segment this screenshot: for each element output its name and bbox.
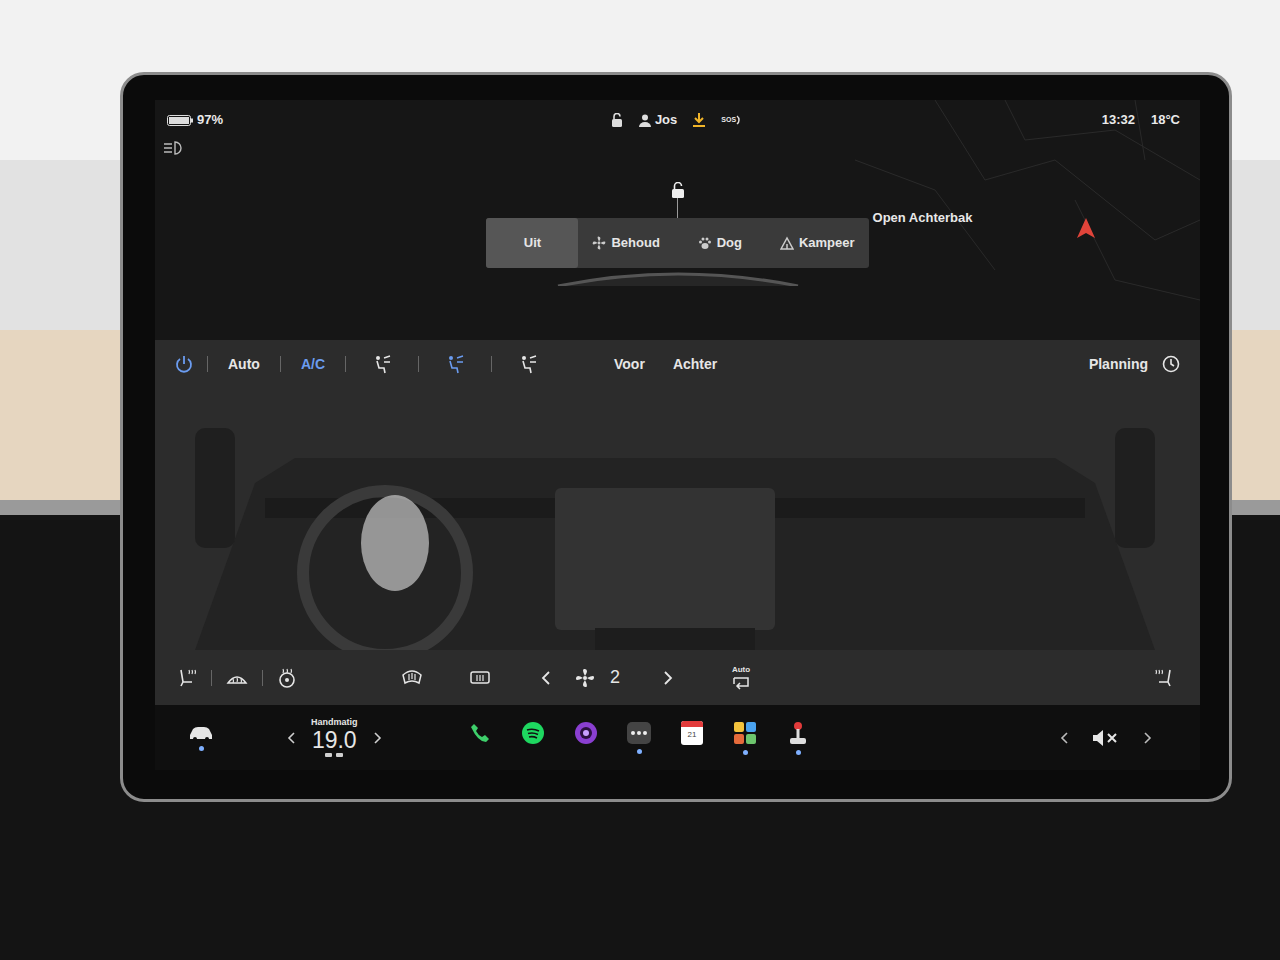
sos-label: SOS [721,115,736,126]
status-bar: 97% Jos SOS 13:32 18°C [155,100,1200,140]
mode-button[interactable]: Kampeer [766,218,869,268]
app-active-dot [531,750,536,755]
phone-app-button[interactable] [458,722,503,754]
calendar-day: 21 [681,727,703,743]
calendar-icon-face: 21 [681,721,703,745]
calendar-header [681,721,703,727]
touch-screen: 97% Jos SOS 13:32 18°C [155,100,1200,770]
app-active-dot [690,750,695,755]
rear-defrost-icon[interactable] [469,669,491,687]
steering-wheel-heater-icon[interactable] [277,668,297,688]
car-button[interactable] [179,725,223,751]
ac-button[interactable]: A/C [295,350,331,379]
clock: 13:32 [1102,110,1135,130]
front-zone-tab[interactable]: Voor [608,350,651,379]
outside-temperature: 18°C [1151,110,1180,130]
app-active-dot [796,750,801,755]
open-trunk-button[interactable]: Open Achterbak [873,210,973,226]
spotify-icon [521,721,545,745]
spotify-app-button[interactable] [511,721,556,755]
mode-label: Uit [524,233,541,253]
temperature-value: 19.0 [312,729,357,752]
game-app-button[interactable] [776,721,821,755]
car-unlocked-icon[interactable] [671,182,685,198]
fan-up-button[interactable] [663,671,673,685]
camera-app-button[interactable] [564,721,609,755]
battery-level: 97% [197,110,223,130]
recirculation-icon [731,676,751,690]
clock-icon[interactable] [1162,355,1180,373]
power-icon[interactable] [175,355,193,373]
pointer-line [677,198,678,218]
user-icon[interactable] [639,114,651,127]
temperature-mode: Handmatig [311,718,358,727]
dog-mode-icon [698,236,712,250]
auto-button[interactable]: Auto [222,350,266,379]
calendar-icon: 21 [681,721,703,745]
temp-up-button[interactable] [374,732,382,744]
app-active-dot [478,749,483,754]
mode-button[interactable]: Dog [674,218,766,268]
more-icon [627,722,651,744]
display-bezel: 97% Jos SOS 13:32 18°C [120,72,1232,802]
mode-button[interactable]: Uit [486,218,578,268]
calendar-app-button[interactable]: 21 [670,721,715,755]
car-active-dot [199,746,204,751]
airflow-icon[interactable] [372,354,392,374]
divider [418,356,419,372]
game-icon [787,721,809,745]
mode-label: Behoud [611,233,659,253]
app-active-dot [743,750,748,755]
divider [491,356,492,372]
headlight-icon[interactable] [163,140,185,156]
dashboard-image [155,388,1200,650]
fan-icon [575,668,595,688]
navigation-arrow-icon [1077,218,1095,238]
download-icon[interactable] [693,113,705,127]
airflow-icon[interactable] [518,354,538,374]
signal-icon [736,114,744,126]
fan-down-button[interactable] [541,671,551,685]
climate-panel: Auto A/C Voor Achter Planning [155,340,1200,705]
user-name[interactable]: Jos [655,110,677,130]
divider [345,356,346,372]
phone-icon [469,722,491,744]
mode-label: Dog [717,233,742,253]
temp-down-button[interactable] [287,732,295,744]
battery-icon [167,115,193,126]
right-seat-heater-icon[interactable] [1154,668,1174,688]
more-app-button[interactable] [617,722,662,754]
apps-app-button[interactable] [723,721,768,755]
apps-icon [733,721,757,745]
app-active-dot [584,750,589,755]
volume-up-button[interactable] [1144,732,1152,744]
sos-indicator: SOS [721,114,744,126]
mode-button[interactable]: Behoud [578,218,673,268]
speaker-muted-icon[interactable] [1092,729,1120,747]
rear-zone-tab[interactable]: Achter [667,350,723,379]
wiper-defrost-icon[interactable] [226,669,248,687]
dock-bar: Handmatig 19.0 21 [155,705,1200,770]
front-defrost-icon[interactable] [401,669,423,687]
camp-mode-selector: UitBehoudDogKampeerOpen Achterbak [486,218,868,268]
camp-mode-icon [780,236,794,250]
car-view: 97% Jos SOS 13:32 18°C [155,100,1200,340]
mode-label: Kampeer [799,233,855,253]
fan-speed: 2 [603,664,627,691]
volume-down-button[interactable] [1060,732,1068,744]
recirculation-mode: Auto [732,666,750,674]
unlocked-icon[interactable] [611,113,623,127]
keep-mode-icon [592,236,606,250]
camera-icon [574,721,598,745]
planning-button[interactable]: Planning [1083,350,1154,379]
seats-icon [324,752,344,758]
recirculation-button[interactable]: Auto [731,666,751,690]
airflow-icon[interactable] [445,354,465,374]
car-icon [188,725,214,741]
car-roof-image [548,268,808,286]
cabin-temperature[interactable]: Handmatig 19.0 [311,718,358,758]
left-seat-heater-icon[interactable] [177,668,197,688]
app-active-dot [637,749,642,754]
